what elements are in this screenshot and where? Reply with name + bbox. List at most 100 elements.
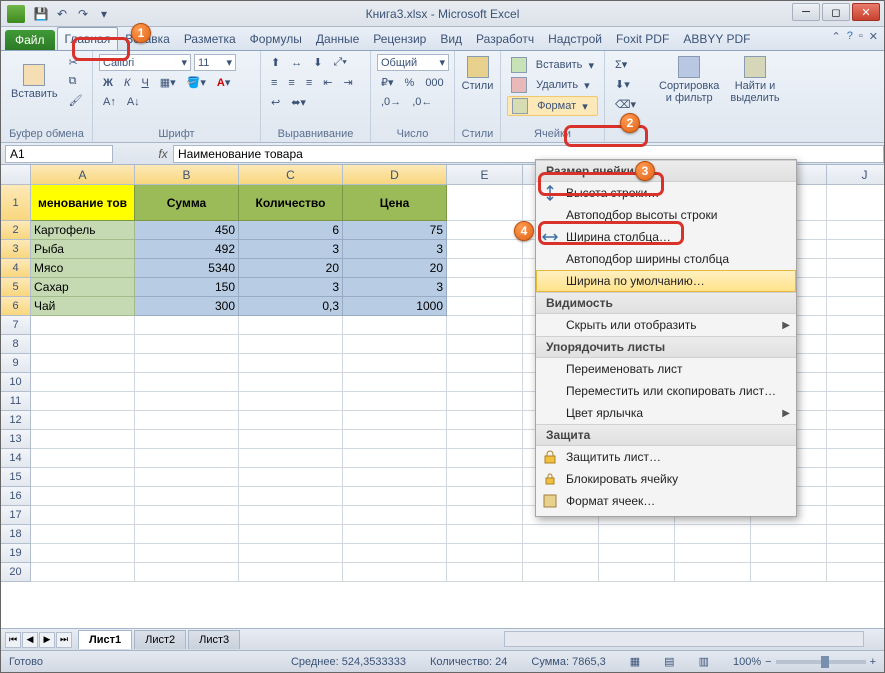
cell-B12[interactable] xyxy=(135,411,239,430)
cell-C17[interactable] xyxy=(239,506,343,525)
delete-cells-button[interactable]: Удалить ▾ xyxy=(507,76,598,94)
menu-rename-sheet[interactable]: Переименовать лист xyxy=(536,358,796,380)
tab-layout[interactable]: Разметка xyxy=(177,28,243,50)
cell-A13[interactable] xyxy=(31,430,135,449)
redo-icon[interactable]: ↷ xyxy=(74,5,92,23)
align-top-icon[interactable]: ⬆ xyxy=(267,54,284,71)
cell-J10[interactable] xyxy=(827,373,884,392)
cell-A2[interactable]: Картофель xyxy=(31,221,135,240)
align-right-icon[interactable]: ≡ xyxy=(302,75,316,91)
row-head-14[interactable]: 14 xyxy=(1,449,31,468)
cell-B5[interactable]: 150 xyxy=(135,278,239,297)
align-left-icon[interactable]: ≡ xyxy=(267,75,281,91)
cell-I18[interactable] xyxy=(751,525,827,544)
cell-D19[interactable] xyxy=(343,544,447,563)
save-icon[interactable]: 💾 xyxy=(32,5,50,23)
menu-autofit-col[interactable]: Автоподбор ширины столбца xyxy=(536,248,796,270)
row-head-17[interactable]: 17 xyxy=(1,506,31,525)
cell-D1[interactable]: Цена xyxy=(343,185,447,221)
col-head-D[interactable]: D xyxy=(343,165,447,185)
percent-icon[interactable]: % xyxy=(401,75,419,91)
font-name-combo[interactable]: Calibri▾ xyxy=(99,54,191,71)
cell-G18[interactable] xyxy=(599,525,675,544)
cut-icon[interactable]: ✂ xyxy=(65,54,87,71)
cell-F20[interactable] xyxy=(523,563,599,582)
cell-B14[interactable] xyxy=(135,449,239,468)
zoom-level[interactable]: 100% xyxy=(733,656,761,668)
menu-format-cells[interactable]: Формат ячеек… xyxy=(536,490,796,512)
close-button[interactable]: ✕ xyxy=(852,3,880,21)
cell-C1[interactable]: Количество xyxy=(239,185,343,221)
cell-B3[interactable]: 492 xyxy=(135,240,239,259)
cell-J11[interactable] xyxy=(827,392,884,411)
row-head-10[interactable]: 10 xyxy=(1,373,31,392)
tab-developer[interactable]: Разработч xyxy=(469,28,541,50)
cell-A11[interactable] xyxy=(31,392,135,411)
indent-decrease-icon[interactable]: ⇤ xyxy=(319,74,336,91)
cell-C13[interactable] xyxy=(239,430,343,449)
indent-increase-icon[interactable]: ⇥ xyxy=(339,74,356,91)
cell-A18[interactable] xyxy=(31,525,135,544)
row-head-18[interactable]: 18 xyxy=(1,525,31,544)
row-head-8[interactable]: 8 xyxy=(1,335,31,354)
cell-I20[interactable] xyxy=(751,563,827,582)
view-pagebreak-icon[interactable]: ▥ xyxy=(699,655,709,668)
sheet-nav-first-icon[interactable]: ⏮ xyxy=(5,632,21,648)
font-color-icon[interactable]: A▾ xyxy=(213,74,234,91)
cell-C11[interactable] xyxy=(239,392,343,411)
decrease-font-icon[interactable]: A↓ xyxy=(123,94,144,110)
cell-C12[interactable] xyxy=(239,411,343,430)
cell-J2[interactable] xyxy=(827,221,884,240)
cell-A4[interactable]: Мясо xyxy=(31,259,135,278)
cell-D2[interactable]: 75 xyxy=(343,221,447,240)
cell-A17[interactable] xyxy=(31,506,135,525)
cell-D14[interactable] xyxy=(343,449,447,468)
cell-D3[interactable]: 3 xyxy=(343,240,447,259)
cell-B8[interactable] xyxy=(135,335,239,354)
cell-A20[interactable] xyxy=(31,563,135,582)
cell-A3[interactable]: Рыба xyxy=(31,240,135,259)
autosum-icon[interactable]: Σ▾ xyxy=(611,56,643,73)
select-all-corner[interactable] xyxy=(1,165,31,185)
cell-E12[interactable] xyxy=(447,411,523,430)
cell-J6[interactable] xyxy=(827,297,884,316)
cell-J4[interactable] xyxy=(827,259,884,278)
cell-B11[interactable] xyxy=(135,392,239,411)
cell-J7[interactable] xyxy=(827,316,884,335)
cell-C4[interactable]: 20 xyxy=(239,259,343,278)
cell-C6[interactable]: 0,3 xyxy=(239,297,343,316)
cell-B19[interactable] xyxy=(135,544,239,563)
menu-autofit-row[interactable]: Автоподбор высоты строки xyxy=(536,204,796,226)
currency-icon[interactable]: ₽▾ xyxy=(377,74,398,91)
cell-H20[interactable] xyxy=(675,563,751,582)
menu-col-width[interactable]: Ширина столбца… xyxy=(536,226,796,248)
paste-button[interactable]: Вставить xyxy=(7,62,62,102)
cell-C10[interactable] xyxy=(239,373,343,392)
cell-E1[interactable] xyxy=(447,185,523,221)
cell-J15[interactable] xyxy=(827,468,884,487)
cell-J18[interactable] xyxy=(827,525,884,544)
cell-J5[interactable] xyxy=(827,278,884,297)
tab-review[interactable]: Рецензир xyxy=(366,28,433,50)
tab-foxit[interactable]: Foxit PDF xyxy=(609,28,676,50)
sort-filter-button[interactable]: Сортировка и фильтр xyxy=(655,54,723,106)
cell-E10[interactable] xyxy=(447,373,523,392)
cell-E2[interactable] xyxy=(447,221,523,240)
cell-A15[interactable] xyxy=(31,468,135,487)
cell-C18[interactable] xyxy=(239,525,343,544)
cell-E3[interactable] xyxy=(447,240,523,259)
cell-D8[interactable] xyxy=(343,335,447,354)
cell-B18[interactable] xyxy=(135,525,239,544)
cell-J9[interactable] xyxy=(827,354,884,373)
row-head-7[interactable]: 7 xyxy=(1,316,31,335)
row-head-2[interactable]: 2 xyxy=(1,221,31,240)
cell-E7[interactable] xyxy=(447,316,523,335)
row-head-9[interactable]: 9 xyxy=(1,354,31,373)
cell-D12[interactable] xyxy=(343,411,447,430)
cell-E9[interactable] xyxy=(447,354,523,373)
cell-E16[interactable] xyxy=(447,487,523,506)
cell-C2[interactable]: 6 xyxy=(239,221,343,240)
maximize-button[interactable]: ◻ xyxy=(822,3,850,21)
row-head-11[interactable]: 11 xyxy=(1,392,31,411)
italic-button[interactable]: К xyxy=(120,75,134,91)
